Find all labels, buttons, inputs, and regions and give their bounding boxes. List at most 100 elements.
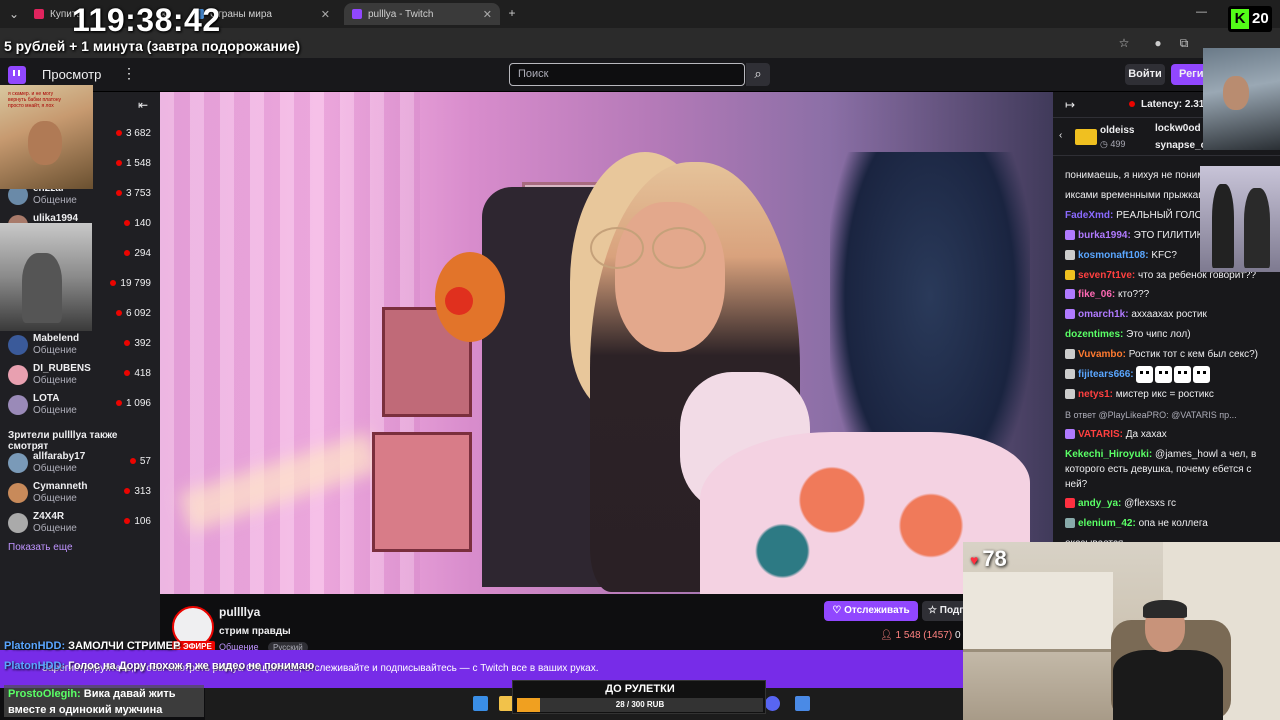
channel-viewers: 294 — [124, 248, 151, 259]
cam-person — [1223, 76, 1249, 110]
chevron-left-icon[interactable]: ‹ — [1059, 130, 1062, 141]
chat-text: KFC? — [1151, 250, 1177, 261]
more-menu-icon[interactable]: ⋮ — [122, 65, 136, 82]
new-tab-button[interactable]: + — [504, 5, 520, 21]
discord-icon[interactable] — [765, 696, 780, 711]
chat-username[interactable]: dozentimes: — [1065, 329, 1123, 340]
panda-emote-icon — [1155, 365, 1173, 383]
chat-username[interactable]: fijitears666: — [1078, 369, 1134, 380]
follow-button[interactable]: ♡ Отслеживать — [824, 601, 918, 621]
chat-username[interactable]: elenium_42: — [1078, 518, 1136, 529]
chat-username[interactable]: FadeXmd: — [1065, 210, 1113, 221]
live-dot-icon — [124, 250, 131, 257]
video-player[interactable] — [160, 92, 1053, 594]
sidebar-channel[interactable]: Mabelend Общение 392 — [0, 330, 160, 360]
chat-text: Ростик тот с кем был секс?) — [1128, 349, 1258, 360]
stream-info-bar: В ЭФИРЕ pullllya стрим правды Общение Ру… — [160, 594, 963, 653]
chat-message: dozentimes: Это чипс лол) — [1065, 325, 1275, 345]
collapse-arrow-icon[interactable]: ⇤ — [138, 98, 148, 112]
star-icon: ☆ — [928, 605, 940, 616]
chat-message: fike_06: кто??? — [1065, 285, 1275, 305]
windows-start-icon[interactable] — [473, 696, 488, 711]
channel-viewers-value: 294 — [134, 248, 151, 259]
search-button[interactable]: ⌕ — [746, 63, 770, 86]
gifter-name[interactable]: synapse_o — [1155, 140, 1207, 151]
cam-note: я скамер. и не могу вернуть бабки платон… — [8, 91, 62, 109]
chat-username[interactable]: burka1994: — [1078, 230, 1131, 241]
close-icon[interactable]: ✕ — [321, 8, 330, 21]
recommended-channel[interactable]: allfaraby17 Общение 57 — [0, 448, 160, 478]
channel-viewers: 1 096 — [115, 398, 151, 409]
channel-avatar — [8, 483, 28, 503]
gifter-name[interactable]: lockw0od — [1155, 123, 1201, 134]
chat-text: кто??? — [1118, 289, 1150, 300]
sidebar-channel[interactable]: LOTA Общение 1 096 — [0, 390, 160, 420]
tab-favicon-icon — [352, 9, 362, 19]
subscribe-button[interactable]: ☆ Подписаться — [922, 601, 963, 621]
channel-viewers: 57 — [129, 456, 151, 467]
kick-logo-icon: K — [1231, 9, 1249, 29]
star-icon[interactable]: ☆ — [1116, 35, 1132, 51]
channel-category: Общение — [33, 463, 77, 474]
channel-name: Z4X4R — [33, 511, 65, 522]
channel-viewers: 6 092 — [115, 308, 151, 319]
viewer-count-value: 1 548 (1457) — [895, 630, 953, 641]
gifter-count: ◷ 499 — [1100, 139, 1125, 150]
channel-viewers: 392 — [124, 338, 151, 349]
minimize-icon[interactable]: — — [1196, 6, 1207, 18]
gifter-name[interactable]: oldeiss — [1100, 125, 1134, 136]
puzzle-icon[interactable]: ⧉ — [1176, 35, 1192, 51]
kick-viewer-badge: K 20 — [1228, 6, 1272, 32]
chat-username[interactable]: netys1: — [1078, 389, 1113, 400]
chat-username[interactable]: seven7t1ve: — [1078, 270, 1135, 281]
chat-username[interactable]: VATARIS: — [1078, 429, 1123, 440]
channel-category: Общение — [33, 523, 77, 534]
channel-avatar — [8, 395, 28, 415]
heart-icon: ♥ — [970, 552, 979, 569]
sidebar-channel[interactable]: DI_RUBENS Общение 418 — [0, 360, 160, 390]
crown-icon — [1075, 129, 1097, 145]
overlay-chat-user: PlatonHDD: — [4, 640, 66, 652]
tab-label: pulllya - Twitch — [368, 8, 434, 20]
panda-emote-icon — [1136, 365, 1154, 383]
chat-message: fijitears666: — [1065, 365, 1275, 385]
chat-text: Да хахах — [1125, 429, 1167, 440]
video-scene-face — [615, 202, 725, 352]
chat-username[interactable]: omarch1k: — [1078, 309, 1129, 320]
recommended-channel[interactable]: Cymanneth Общение 313 — [0, 478, 160, 508]
channel-viewers: 140 — [124, 218, 151, 229]
twitch-logo-icon[interactable] — [8, 66, 26, 84]
webcam-overlay-left-top: я скамер. и не могу вернуть бабки платон… — [0, 85, 93, 189]
channel-viewers-value: 19 799 — [120, 278, 151, 289]
chat-message: netys1: мистер икс = ростикс — [1065, 385, 1275, 405]
channel-viewers-value: 6 092 — [125, 308, 151, 319]
overlay-chat-user: PlatonHDD: — [4, 660, 66, 672]
live-dot-icon — [115, 310, 122, 317]
live-dot-icon — [124, 370, 131, 377]
browser-tab-3[interactable]: pulllya - Twitch ✕ — [344, 3, 500, 25]
live-dot-icon — [110, 280, 117, 287]
chat-badge-icon — [1065, 289, 1075, 300]
extension-icon[interactable]: ● — [1150, 35, 1166, 51]
webcam-overlay-right-top — [1203, 48, 1280, 150]
chat-username[interactable]: fike_06: — [1078, 289, 1115, 300]
tab-list-icon[interactable]: ⌄ — [6, 6, 22, 22]
chat-username[interactable]: Kekechi_Hiroyuki: — [1065, 449, 1152, 460]
show-more-link[interactable]: Показать еще — [8, 542, 73, 553]
chat-username[interactable]: Vuvambo: — [1078, 349, 1126, 360]
close-icon[interactable]: ✕ — [483, 8, 492, 21]
chat-badge-icon — [1065, 349, 1075, 360]
channel-viewers-value: 313 — [134, 486, 151, 497]
chat-reply-header: В ответ @PlayLikeaPRO: @VATARIS пр... — [1065, 405, 1275, 425]
cam-background — [963, 572, 1113, 652]
chat-badge-icon — [1065, 309, 1075, 320]
streamer-name[interactable]: pullllya — [219, 605, 260, 619]
expand-icon[interactable]: ↦ — [1065, 98, 1075, 112]
chat-username[interactable]: andy_ya: — [1078, 498, 1121, 509]
notepad-icon[interactable] — [795, 696, 810, 711]
recommended-channel[interactable]: Z4X4R Общение 106 — [0, 508, 160, 538]
browse-link[interactable]: Просмотр — [42, 67, 101, 82]
login-button[interactable]: Войти — [1125, 64, 1165, 85]
search-input[interactable]: Поиск — [509, 63, 745, 86]
chat-username[interactable]: kosmonaft108: — [1078, 250, 1149, 261]
